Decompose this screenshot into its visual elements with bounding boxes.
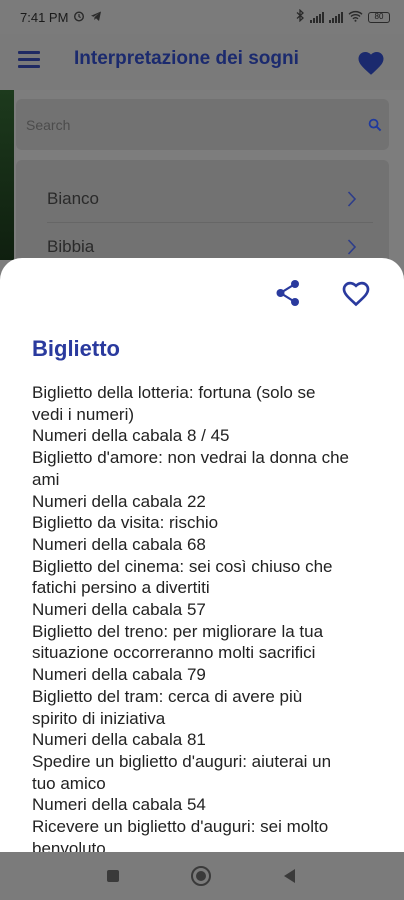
entry-text-line: Spedire un biglietto d'auguri: aiuterai … <box>32 751 332 771</box>
app-title: Interpretazione dei sogni <box>74 48 299 69</box>
battery-icon: 80 <box>368 11 390 23</box>
entry-text-line: Biglietto del treno: per migliorare la t… <box>32 621 324 641</box>
signal-icon <box>310 11 324 23</box>
bluetooth-icon <box>296 8 305 25</box>
entry-text-line: Biglietto del tram: cerca di avere più <box>32 686 303 706</box>
entry-text-line: Ricevere un biglietto d'auguri: sei molt… <box>32 817 329 837</box>
entry-title: Biglietto <box>32 336 120 361</box>
status-time: 7:41 PM <box>20 9 69 25</box>
list-item-label: Bianco <box>47 189 99 208</box>
share-icon[interactable] <box>274 278 302 313</box>
entry-text-line: fatichi persino a divertiti <box>32 578 210 598</box>
entry-text-line: Numeri della cabala 79 <box>32 665 206 685</box>
entry-text-line: Numeri della cabala 68 <box>32 534 206 554</box>
entry-text-line: Biglietto da visita: rischio <box>32 513 219 533</box>
background-image-edge <box>0 90 14 260</box>
detail-bottom-sheet: Biglietto Biglietto della lotteria: fort… <box>0 258 404 852</box>
wifi-icon <box>348 10 363 25</box>
search-input[interactable] <box>24 113 348 137</box>
entry-text-line: benvoluto <box>32 838 106 852</box>
recents-square-icon[interactable] <box>106 869 120 888</box>
entry-text-line: Biglietto del cinema: sei così chiuso ch… <box>32 556 333 576</box>
home-circle-icon[interactable] <box>190 865 212 892</box>
list-divider <box>47 222 373 223</box>
system-nav-bar <box>0 852 404 900</box>
battery-level: 80 <box>374 11 384 21</box>
alarm-icon <box>73 10 85 25</box>
entry-text-line: Numeri della cabala 81 <box>32 730 206 750</box>
telegram-icon <box>90 10 102 25</box>
entry-text-line: vedi i numeri) <box>32 404 135 424</box>
search-icon[interactable] <box>368 118 382 137</box>
status-bar: 7:41 PM 80 <box>0 0 404 34</box>
entry-text-line: Numeri della cabala 54 <box>32 795 206 815</box>
entry-text-line: Numeri della cabala 22 <box>32 491 206 511</box>
entry-text-line: tuo amico <box>32 773 106 793</box>
entry-text-line: Biglietto d'amore: non vedrai la donna c… <box>32 448 350 468</box>
entry-text-line: ami <box>32 469 60 489</box>
entry-text-line: situazione occorreranno molti sacrifici <box>32 643 316 663</box>
signal-icon <box>329 11 343 23</box>
heart-outline-icon[interactable] <box>340 278 372 313</box>
entry-text-line: Numeri della cabala 57 <box>32 600 206 620</box>
entry-body: Biglietto della lotteria: fortuna (solo … <box>32 382 382 852</box>
chevron-right-icon <box>347 190 357 213</box>
search-bar <box>16 99 389 150</box>
entry-text-line: Numeri della cabala 8 / 45 <box>32 426 230 446</box>
app-bar: Interpretazione dei sogni <box>0 34 404 90</box>
entry-text-line: spirito di iniziativa <box>32 708 166 728</box>
hamburger-menu-icon[interactable] <box>18 51 40 69</box>
list-item-label: Bibbia <box>47 237 95 256</box>
list-item[interactable]: Bianco <box>16 176 389 222</box>
entry-text-line: Biglietto della lotteria: fortuna (solo … <box>32 383 316 402</box>
back-triangle-icon[interactable] <box>283 868 296 889</box>
favorites-heart-icon[interactable] <box>356 48 386 81</box>
